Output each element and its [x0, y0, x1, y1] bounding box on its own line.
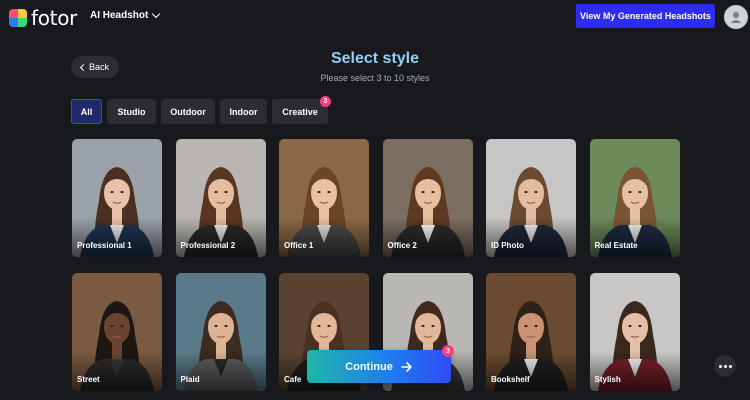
- user-avatar-icon: [731, 12, 741, 23]
- style-label: ID Photo: [491, 241, 524, 250]
- style-label: Stylish: [594, 375, 621, 384]
- style-label: Bookshelf: [491, 375, 530, 384]
- user-avatar[interactable]: [724, 5, 748, 29]
- style-card[interactable]: Stylish: [589, 273, 680, 391]
- style-label: Cafe: [284, 375, 302, 384]
- style-card[interactable]: Street: [72, 273, 162, 391]
- fotor-logo-icon: [9, 9, 27, 27]
- tab-all[interactable]: All: [71, 99, 102, 124]
- style-card[interactable]: Office 1: [279, 139, 369, 257]
- style-label: Professional 1: [77, 241, 132, 250]
- selected-count-badge: 3: [442, 345, 454, 357]
- chevron-down-icon: [152, 9, 161, 19]
- style-label: Real Estate: [594, 241, 638, 250]
- tab-label: All: [80, 106, 93, 117]
- style-label: Office 2: [387, 241, 417, 250]
- tab-label: Indoor: [229, 106, 258, 117]
- style-card[interactable]: Office 2: [382, 139, 473, 257]
- style-card[interactable]: Plaid: [175, 273, 266, 391]
- tab-creative[interactable]: Creative 3: [272, 96, 331, 124]
- ai-headshot-label: AI Headshot: [90, 10, 149, 21]
- more-icon: [718, 364, 722, 368]
- page-title: Select style: [330, 50, 420, 67]
- arrow-right-icon: [401, 361, 412, 372]
- tab-label: Creative: [282, 106, 318, 117]
- style-card[interactable]: Professional 2: [175, 139, 266, 257]
- ai-headshot-menu[interactable]: AI Headshot: [90, 9, 161, 21]
- continue-label: Continue: [345, 360, 393, 373]
- page-subtitle: Please select 3 to 10 styles: [320, 73, 430, 83]
- style-label: Professional 2: [180, 241, 236, 250]
- style-card[interactable]: Real Estate: [589, 139, 680, 257]
- more-options-button[interactable]: [714, 355, 736, 377]
- tab-outdoor[interactable]: Outdoor: [161, 99, 215, 124]
- tab-label: Studio: [117, 106, 146, 117]
- logo-text: fotor: [31, 6, 78, 30]
- style-card[interactable]: Bookshelf: [486, 273, 576, 391]
- continue-button[interactable]: Continue 3: [307, 345, 454, 383]
- count-badge: 3: [320, 96, 331, 107]
- top-bar: fotor AI Headshot View My Generated Head…: [0, 0, 750, 34]
- style-label: Office 1: [284, 241, 314, 250]
- tab-label: Outdoor: [170, 106, 206, 117]
- tab-studio[interactable]: Studio: [107, 99, 156, 124]
- style-card[interactable]: ID Photo: [486, 139, 576, 257]
- view-generated-headshots-button[interactable]: View My Generated Headshots: [576, 4, 715, 28]
- style-card[interactable]: Professional 1: [72, 139, 162, 257]
- tab-indoor[interactable]: Indoor: [220, 99, 267, 124]
- style-filter-tabs: All Studio Outdoor Indoor Creative 3: [71, 96, 331, 124]
- style-label: Street: [77, 375, 100, 384]
- style-label: Plaid: [180, 375, 200, 384]
- fotor-logo[interactable]: fotor: [9, 6, 77, 30]
